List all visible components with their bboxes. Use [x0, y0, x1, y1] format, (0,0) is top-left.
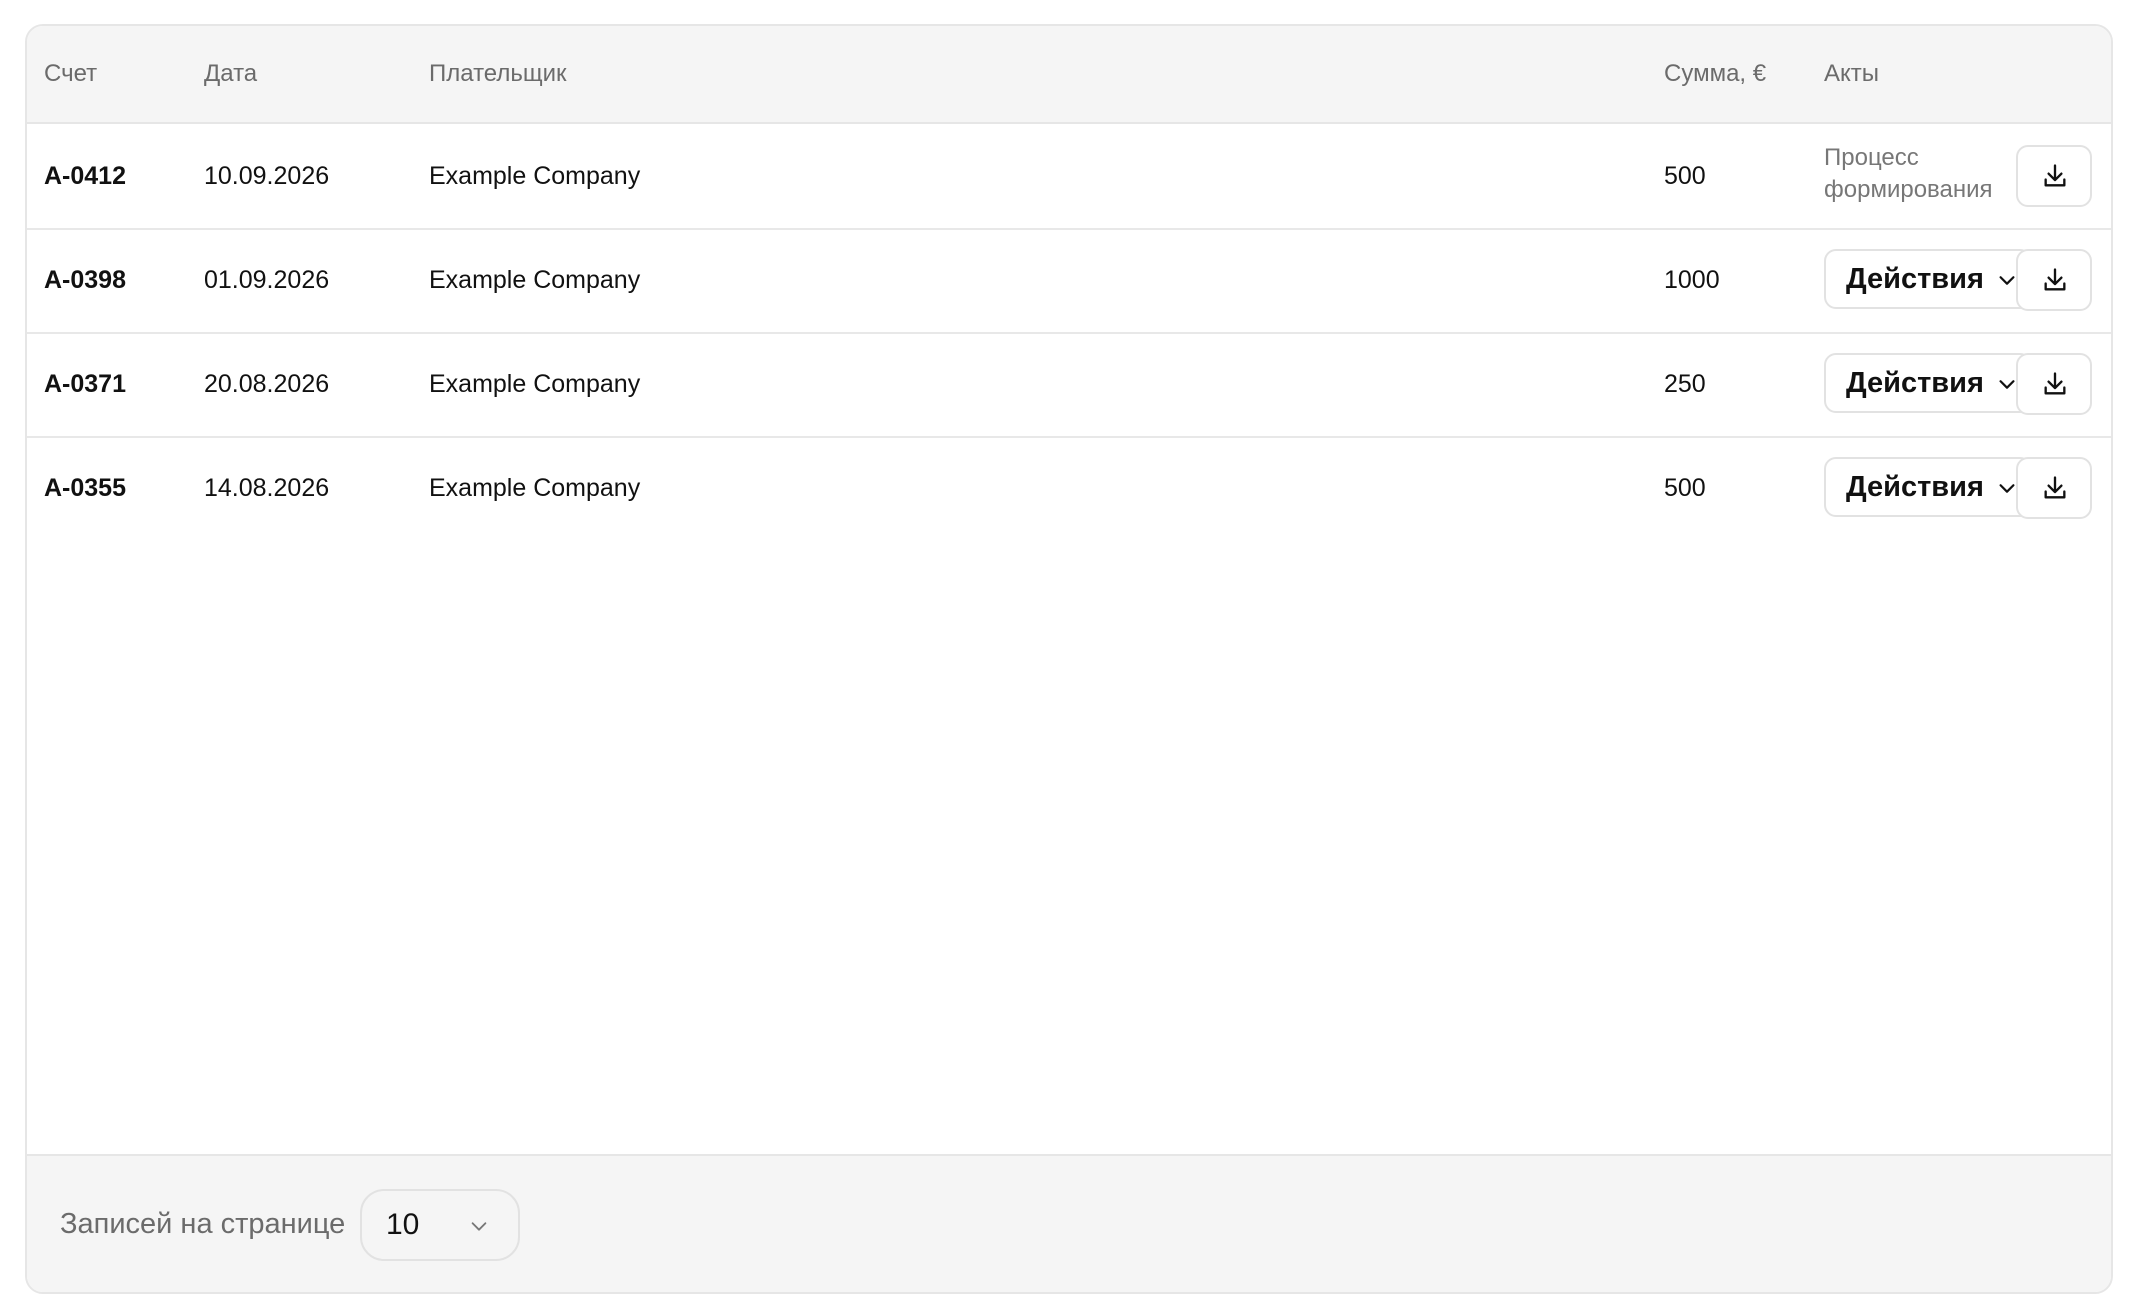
chevron-down-icon: [1999, 276, 2015, 285]
page-size-label: Записей на странице: [60, 1208, 346, 1240]
invoice-date: 14.08.2026: [204, 474, 330, 502]
invoice-sum: 500: [1664, 474, 1706, 502]
payer-name: Example Company: [429, 266, 641, 294]
header-date: Дата: [204, 60, 258, 87]
invoice-number: A-0355: [44, 474, 126, 502]
table-row: A-0371 20.08.2026 Example Company 250 Де…: [27, 332, 2111, 438]
payer-name: Example Company: [429, 370, 641, 398]
invoices-table-card: Счет Дата Плательщик Сумма, € Акты A-041…: [25, 24, 2113, 1294]
actions-dropdown-button[interactable]: Действия: [1824, 353, 2032, 413]
payer-name: Example Company: [429, 162, 641, 190]
invoice-sum: 1000: [1664, 266, 1720, 294]
invoice-sum: 500: [1664, 162, 1706, 190]
actions-label: Действия: [1846, 471, 1984, 503]
actions-label: Действия: [1846, 367, 1984, 399]
chevron-down-icon: [1999, 380, 2015, 389]
invoice-date: 10.09.2026: [204, 162, 330, 190]
download-button[interactable]: [2016, 249, 2092, 311]
table-row: A-0355 14.08.2026 Example Company 500 Де…: [27, 436, 2111, 540]
chevron-down-icon: [471, 1222, 487, 1231]
header-sum: Сумма, €: [1664, 60, 1767, 87]
download-icon: [2044, 268, 2066, 291]
invoice-date: 20.08.2026: [204, 370, 330, 398]
payer-name: Example Company: [429, 474, 641, 502]
header-invoice: Счет: [44, 60, 98, 87]
table-footer: Записей на странице 10: [27, 1154, 2111, 1292]
table-row: A-0398 01.09.2026 Example Company 1000 Д…: [27, 228, 2111, 334]
acts-status: Процесс формирования: [1824, 144, 1993, 203]
header-payer: Плательщик: [429, 60, 567, 87]
table-header: Счет Дата Плательщик Сумма, € Акты: [27, 26, 2111, 124]
table-row: A-0412 10.09.2026 Example Company 500 Пр…: [27, 124, 2111, 230]
actions-dropdown-button[interactable]: Действия: [1824, 457, 2032, 517]
actions-dropdown-button[interactable]: Действия: [1824, 249, 2032, 309]
page-size-value: 10: [386, 1208, 420, 1241]
invoice-sum: 250: [1664, 370, 1706, 398]
download-button[interactable]: [2016, 145, 2092, 207]
invoice-date: 01.09.2026: [204, 266, 330, 294]
invoice-number: A-0371: [44, 370, 126, 398]
download-button[interactable]: [2016, 457, 2092, 519]
download-icon: [2044, 164, 2066, 187]
invoice-number: A-0412: [44, 162, 126, 190]
download-icon: [2044, 372, 2066, 395]
page-size-select[interactable]: 10: [360, 1189, 520, 1261]
invoice-number: A-0398: [44, 266, 126, 294]
chevron-down-icon: [1999, 484, 2015, 493]
download-icon: [2044, 476, 2066, 499]
download-button[interactable]: [2016, 353, 2092, 415]
header-acts: Акты: [1824, 60, 1880, 87]
actions-label: Действия: [1846, 263, 1984, 295]
